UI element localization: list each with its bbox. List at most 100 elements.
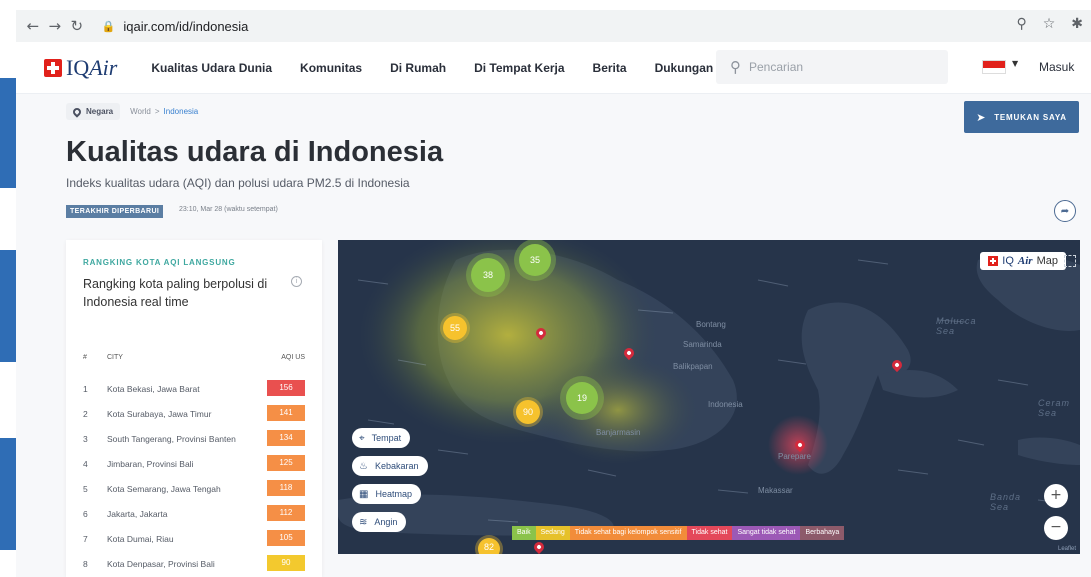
legend-baik: Baik bbox=[512, 526, 536, 540]
legend-sedang: Sedang bbox=[535, 526, 570, 540]
iqair-logo[interactable]: IQ Air bbox=[44, 55, 117, 81]
aqi-legend: Baik Sedang Tidak sehat bagi kelompok se… bbox=[512, 526, 845, 540]
chevron-down-icon[interactable]: ▼ bbox=[1012, 59, 1018, 68]
zoom-icon[interactable]: ⚲ bbox=[1016, 16, 1026, 32]
aqi-badge: 90 bbox=[267, 555, 305, 571]
breadcrumb-separator: > bbox=[154, 107, 160, 116]
city-name: Kota Surabaya, Jawa Timur bbox=[107, 409, 212, 419]
share-button[interactable]: ➦ bbox=[1054, 200, 1076, 222]
menu-item-kualitas-udara-dunia[interactable]: Kualitas Udara Dunia bbox=[151, 61, 272, 75]
map-logo-iq: IQ bbox=[1002, 255, 1014, 267]
url-text: iqair.com/id/indonesia bbox=[123, 18, 249, 34]
ranking-row[interactable]: 3 South Tangerang, Provinsi Banten 134 bbox=[83, 430, 305, 448]
aqi-badge: 125 bbox=[267, 455, 305, 471]
aqi-cluster-90[interactable]: 90 bbox=[516, 400, 540, 424]
layer-label: Heatmap bbox=[375, 489, 412, 499]
ranking-row[interactable]: 7 Kota Dumai, Riau 105 bbox=[83, 530, 305, 548]
ranking-row[interactable]: 5 Kota Semarang, Jawa Tengah 118 bbox=[83, 480, 305, 498]
forward-icon[interactable]: → bbox=[44, 17, 66, 35]
map-label-banjarmasin: Banjarmasin bbox=[596, 428, 641, 437]
ranking-row[interactable]: 1 Kota Bekasi, Jawa Barat 156 bbox=[83, 380, 305, 398]
aqi-badge: 105 bbox=[267, 530, 305, 546]
air-quality-map[interactable]: IQ Air Map Bontang Samarinda Balikpapan I… bbox=[338, 240, 1080, 554]
map-label-banda-sea: Banda Sea bbox=[990, 492, 1022, 512]
column-header-aqi: AQI US bbox=[281, 354, 305, 361]
aqi-cluster-35[interactable]: 35 bbox=[519, 244, 551, 276]
layer-toggle-heatmap[interactable]: ▦ Heatmap bbox=[352, 484, 421, 504]
breadcrumb-country[interactable]: Negara bbox=[66, 103, 121, 120]
column-header-rank: # bbox=[83, 354, 87, 361]
swiss-cross-icon bbox=[988, 256, 999, 266]
lock-icon: 🔒 bbox=[101, 19, 116, 33]
zoom-out-button[interactable]: − bbox=[1044, 516, 1068, 540]
menu-item-di-tempat-kerja[interactable]: Di Tempat Kerja bbox=[474, 61, 564, 75]
iqair-map-logo[interactable]: IQ Air Map bbox=[980, 252, 1066, 270]
page-title: Kualitas udara di Indonesia bbox=[66, 136, 444, 168]
aqi-cluster-38[interactable]: 38 bbox=[471, 258, 505, 292]
aqi-badge: 112 bbox=[267, 505, 305, 521]
map-label-bontang: Bontang bbox=[696, 320, 726, 329]
search-input[interactable] bbox=[749, 60, 919, 74]
layer-label: Tempat bbox=[371, 433, 402, 443]
legend-berbahaya: Berbahaya bbox=[800, 526, 845, 540]
aqi-badge: 134 bbox=[267, 430, 305, 446]
back-icon[interactable]: ← bbox=[22, 17, 44, 35]
layer-toggle-tempat[interactable]: ⌖ Tempat bbox=[352, 428, 411, 448]
rank-number: 3 bbox=[83, 434, 88, 444]
login-link[interactable]: Masuk bbox=[1039, 60, 1074, 74]
fire-icon: ♨ bbox=[359, 460, 368, 472]
city-ranking-card: RANGKING KOTA AQI LANGSUNG Rangking kota… bbox=[66, 240, 322, 577]
navigation-arrow-icon: ➤ bbox=[976, 110, 987, 124]
share-icon: ➦ bbox=[1060, 205, 1070, 217]
ceram-landmass bbox=[1018, 437, 1080, 465]
map-logo-air: Air bbox=[1017, 255, 1033, 267]
aqi-cluster-55[interactable]: 55 bbox=[443, 316, 467, 340]
city-name: Kota Dumai, Riau bbox=[107, 534, 174, 544]
find-me-button[interactable]: ➤ TEMUKAN SAYA bbox=[964, 101, 1079, 133]
info-icon[interactable]: i bbox=[291, 276, 302, 287]
map-base-layer bbox=[338, 240, 1080, 536]
aqi-cluster-82[interactable]: 82 bbox=[478, 538, 500, 554]
last-updated-time: 23:10, Mar 28 (waktu setempat) bbox=[179, 206, 278, 213]
menu-item-berita[interactable]: Berita bbox=[593, 61, 627, 75]
map-label-balikpapan: Balikpapan bbox=[673, 362, 713, 371]
layer-toggle-angin[interactable]: ≋ Angin bbox=[352, 512, 407, 532]
map-attribution[interactable]: Leaflet bbox=[1058, 546, 1076, 552]
breadcrumb-world[interactable]: World bbox=[130, 107, 151, 116]
map-label-parepare: Parepare bbox=[778, 452, 811, 461]
zoom-in-button[interactable]: + bbox=[1044, 484, 1068, 508]
ranking-title: Rangking kota paling berpolusi di Indone… bbox=[83, 277, 268, 309]
main-menu: Kualitas Udara Dunia Komunitas Di Rumah … bbox=[151, 61, 713, 75]
breadcrumb-current[interactable]: Indonesia bbox=[164, 107, 199, 116]
layer-toggle-kebakaran[interactable]: ♨ Kebakaran bbox=[352, 456, 428, 476]
aqi-cluster-19[interactable]: 19 bbox=[566, 382, 598, 414]
ranking-row[interactable]: 4 Jimbaran, Provinsi Bali 125 bbox=[83, 455, 305, 473]
layer-label: Kebakaran bbox=[374, 461, 419, 471]
swiss-cross-icon bbox=[44, 58, 62, 77]
legend-sensitif: Tidak sehat bagi kelompok sensitif bbox=[569, 526, 687, 540]
extensions-icon[interactable]: ✱ bbox=[1071, 16, 1083, 32]
menu-item-komunitas[interactable]: Komunitas bbox=[300, 61, 362, 75]
rank-number: 4 bbox=[83, 459, 88, 469]
map-label-makassar: Makassar bbox=[758, 486, 793, 495]
menu-item-dukungan[interactable]: Dukungan bbox=[655, 61, 714, 75]
ranking-row[interactable]: 8 Kota Denpasar, Provinsi Bali 90 bbox=[83, 555, 305, 573]
star-icon[interactable]: ☆ bbox=[1043, 16, 1056, 32]
rank-number: 8 bbox=[83, 559, 88, 569]
aqi-badge: 141 bbox=[267, 405, 305, 421]
legend-tidak-sehat: Tidak sehat bbox=[686, 526, 733, 540]
rank-number: 1 bbox=[83, 384, 88, 394]
language-flag-icon[interactable] bbox=[982, 60, 1006, 74]
address-bar[interactable]: 🔒 iqair.com/id/indonesia bbox=[95, 14, 1091, 38]
menu-item-di-rumah[interactable]: Di Rumah bbox=[390, 61, 446, 75]
ranking-row[interactable]: 2 Kota Surabaya, Jawa Timur 141 bbox=[83, 405, 305, 423]
site-header: IQ Air Kualitas Udara Dunia Komunitas Di … bbox=[16, 42, 1091, 94]
fullscreen-icon[interactable] bbox=[1064, 255, 1076, 267]
slide-strip bbox=[0, 78, 16, 188]
location-pin-icon bbox=[71, 105, 83, 118]
city-name: Jimbaran, Provinsi Bali bbox=[107, 459, 194, 469]
rank-number: 7 bbox=[83, 534, 88, 544]
sulawesi-arm bbox=[878, 370, 958, 398]
ranking-row[interactable]: 6 Jakarta, Jakarta 112 bbox=[83, 505, 305, 523]
reload-icon[interactable]: ↻ bbox=[66, 17, 88, 35]
